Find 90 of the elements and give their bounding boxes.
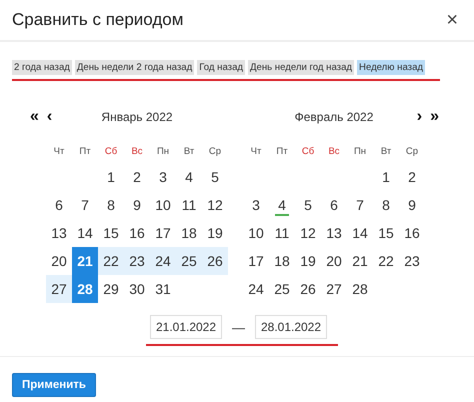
calendar-day[interactable]: 11 — [269, 219, 295, 247]
calendar-day[interactable]: 22 — [98, 247, 124, 275]
preset-chip[interactable]: 2 года назад — [12, 60, 72, 75]
weekday-label: Пт — [275, 145, 289, 159]
calendar-day[interactable]: 19 — [202, 219, 228, 247]
weekday-label: Вт — [380, 145, 392, 159]
calendar-day[interactable]: 8 — [98, 191, 124, 219]
calendar-day[interactable]: 2 — [124, 163, 150, 191]
calendar-day[interactable]: 31 — [150, 275, 176, 303]
calendar-day[interactable]: 26 — [202, 247, 228, 275]
calendar-day[interactable]: 16 — [124, 219, 150, 247]
calendar-day[interactable]: 18 — [269, 247, 295, 275]
nav-button[interactable]: ‹ — [44, 109, 54, 125]
nav-button[interactable]: « — [28, 109, 41, 125]
calendar-day[interactable]: 14 — [72, 219, 98, 247]
weekday-label: Пн — [156, 145, 170, 159]
calendar-day[interactable]: 6 — [46, 191, 72, 219]
weekday-label: Чт — [52, 145, 66, 159]
calendar-day[interactable]: 4 — [269, 191, 295, 219]
calendar-day[interactable]: 5 — [202, 163, 228, 191]
preset-chip[interactable]: День недели год назад — [248, 60, 354, 75]
weekday-label: Чт — [250, 145, 262, 159]
calendar-day[interactable]: 11 — [176, 191, 202, 219]
calendar-day[interactable]: 13 — [321, 219, 347, 247]
month-title: Январь 2022 — [101, 110, 173, 124]
calendar-day[interactable]: 20 — [46, 247, 72, 275]
preset-chip[interactable]: Год назад — [197, 60, 246, 75]
calendar-day[interactable]: 12 — [295, 219, 321, 247]
calendar-day[interactable]: 26 — [295, 275, 321, 303]
calendar-day[interactable]: 30 — [124, 275, 150, 303]
calendar-day[interactable]: 17 — [243, 247, 269, 275]
calendar-day[interactable]: 19 — [295, 247, 321, 275]
weekday-label: Вт — [182, 145, 196, 159]
calendar-day[interactable]: 12 — [202, 191, 228, 219]
date-from-field[interactable]: 21.01.2022 — [150, 315, 222, 339]
calendar-day[interactable]: 28 — [347, 275, 373, 303]
nav-button[interactable]: » — [428, 109, 441, 125]
weekday-label: Ср — [208, 145, 222, 159]
preset-chip[interactable]: День недели 2 года назад — [74, 60, 194, 75]
calendar-day[interactable]: 16 — [399, 219, 425, 247]
range-separator: — — [231, 320, 246, 334]
calendar-day[interactable]: 22 — [373, 247, 399, 275]
calendar-day[interactable]: 10 — [150, 191, 176, 219]
calendar-day[interactable]: 29 — [98, 275, 124, 303]
calendar-day[interactable]: 23 — [124, 247, 150, 275]
calendar-day[interactable]: 1 — [373, 163, 399, 191]
calendar-day[interactable]: 23 — [399, 247, 425, 275]
weekday-label: Ср — [404, 145, 420, 159]
calendar-day[interactable]: 8 — [373, 191, 399, 219]
calendar-day[interactable]: 28 — [72, 275, 98, 303]
apply-button[interactable]: Применить — [12, 373, 96, 397]
calendar-day[interactable]: 6 — [321, 191, 347, 219]
calendar-day[interactable]: 21 — [347, 247, 373, 275]
calendar-day[interactable]: 25 — [269, 275, 295, 303]
calendar-day[interactable]: 4 — [176, 163, 202, 191]
close-button[interactable]: × — [444, 8, 460, 32]
calendar-day[interactable]: 18 — [176, 219, 202, 247]
weekday-label: Вс — [130, 145, 144, 159]
calendar-day[interactable]: 27 — [46, 275, 72, 303]
calendar-day[interactable]: 20 — [321, 247, 347, 275]
preset-chip[interactable]: Неделю назад — [357, 60, 426, 75]
calendar-day[interactable]: 15 — [373, 219, 399, 247]
weekday-label: Пт — [78, 145, 92, 159]
date-to-field[interactable]: 28.01.2022 — [255, 315, 327, 339]
calendar-day[interactable]: 7 — [347, 191, 373, 219]
dialog-title: Сравнить с периодом — [12, 10, 184, 30]
month-title: Февраль 2022 — [294, 110, 374, 124]
calendar-day[interactable]: 24 — [150, 247, 176, 275]
weekday-label: Пн — [352, 145, 368, 159]
calendar-day[interactable]: 21 — [72, 247, 98, 275]
calendar-day[interactable]: 9 — [124, 191, 150, 219]
calendar-day[interactable]: 9 — [399, 191, 425, 219]
calendar-day[interactable]: 7 — [72, 191, 98, 219]
nav-button[interactable]: › — [414, 109, 424, 125]
calendar-day[interactable]: 27 — [321, 275, 347, 303]
calendar-day[interactable]: 3 — [243, 191, 269, 219]
calendar-day[interactable]: 10 — [243, 219, 269, 247]
calendar-day[interactable]: 14 — [347, 219, 373, 247]
calendar-day[interactable]: 3 — [150, 163, 176, 191]
calendar-day[interactable]: 17 — [150, 219, 176, 247]
calendar-day[interactable]: 1 — [98, 163, 124, 191]
calendar-day[interactable]: 15 — [98, 219, 124, 247]
calendar-day[interactable]: 13 — [46, 219, 72, 247]
calendar-day[interactable]: 2 — [399, 163, 425, 191]
weekday-label: Сб — [104, 145, 118, 159]
calendar-day[interactable]: 25 — [176, 247, 202, 275]
calendar-day[interactable]: 24 — [243, 275, 269, 303]
calendar-day[interactable]: 5 — [295, 191, 321, 219]
weekday-label: Сб — [300, 145, 316, 159]
weekday-label: Вс — [327, 145, 341, 159]
